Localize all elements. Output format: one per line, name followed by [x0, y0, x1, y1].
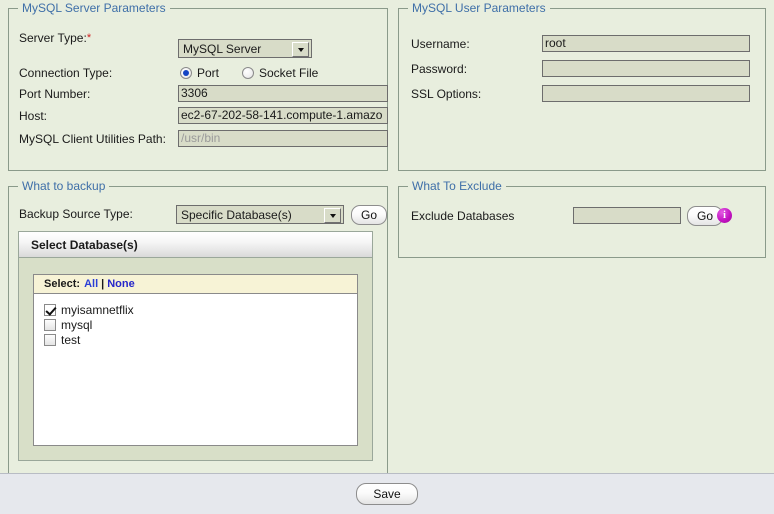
client-path-placeholder: /usr/bin: [181, 131, 221, 145]
client-path-label: MySQL Client Utilities Path:: [19, 132, 166, 146]
port-number-label: Port Number:: [19, 87, 91, 101]
port-number-value: 3306: [181, 86, 208, 100]
password-label: Password:: [411, 62, 468, 76]
list-item[interactable]: mysql: [44, 317, 357, 332]
connection-type-socket-label: Socket File: [259, 66, 319, 80]
backup-go-button[interactable]: Go: [351, 205, 388, 225]
host-value: ec2-67-202-58-141.compute-1.amazo: [181, 108, 383, 122]
save-button[interactable]: Save: [356, 483, 418, 505]
ssl-options-input[interactable]: [542, 85, 750, 102]
select-all-link[interactable]: All: [84, 278, 98, 290]
connection-type-port-option[interactable]: Port: [180, 66, 219, 80]
server-type-value: MySQL Server: [183, 41, 262, 56]
select-databases-header: Select Database(s): [19, 232, 372, 258]
info-icon-glyph: i: [723, 209, 726, 221]
mysql-server-parameters-panel: MySQL Server Parameters Server Type: * My…: [8, 2, 388, 171]
backup-source-type-select[interactable]: Specific Database(s): [176, 205, 344, 224]
backup-source-type-row: Backup Source Type:: [19, 207, 133, 221]
port-number-input[interactable]: 3306: [178, 85, 388, 102]
ssl-options-label: SSL Options:: [411, 87, 482, 101]
exclude-panel-legend: What To Exclude: [408, 180, 506, 192]
connection-type-row: Connection Type:: [19, 66, 112, 80]
connection-type-port-label: Port: [197, 66, 220, 80]
exclude-go-label: Go: [697, 209, 714, 223]
user-panel-legend: MySQL User Parameters: [408, 2, 550, 14]
list-item[interactable]: myisamnetflix: [44, 302, 357, 317]
select-databases-header-label: Select Database(s): [31, 237, 138, 252]
save-button-label: Save: [373, 487, 401, 501]
server-type-label: Server Type:: [19, 31, 87, 45]
checkbox-icon[interactable]: [44, 318, 56, 331]
database-name: myisamnetflix: [61, 302, 134, 317]
server-type-row: Server Type: *: [19, 31, 91, 45]
checkbox-icon[interactable]: [44, 303, 56, 316]
checkbox-icon[interactable]: [44, 333, 56, 346]
connection-type-label: Connection Type:: [19, 66, 113, 80]
password-input[interactable]: [542, 60, 750, 77]
backup-go-label: Go: [361, 208, 378, 222]
chevron-down-icon[interactable]: [324, 208, 341, 223]
host-label: Host:: [19, 109, 48, 123]
list-item[interactable]: test: [44, 332, 357, 347]
select-databases-card: Select Database(s) Select: All | None my…: [18, 231, 373, 461]
connection-type-socket-option[interactable]: Socket File: [242, 66, 318, 80]
backup-source-type-value: Specific Database(s): [181, 207, 292, 222]
database-name: mysql: [61, 317, 93, 332]
client-path-row: MySQL Client Utilities Path:: [19, 132, 166, 146]
info-icon[interactable]: i: [717, 208, 732, 223]
exclude-databases-label: Exclude Databases: [411, 209, 515, 223]
select-label: Select:: [44, 278, 81, 290]
mysql-user-parameters-panel: MySQL User Parameters Username: root Pas…: [398, 2, 766, 171]
database-items-list: myisamnetflix mysql test: [34, 294, 357, 347]
host-input[interactable]: ec2-67-202-58-141.compute-1.amazo: [178, 107, 388, 124]
select-separator: |: [101, 278, 105, 290]
footer-bar: Save: [0, 473, 774, 514]
radio-port-icon[interactable]: [180, 67, 192, 79]
server-type-required-mark: *: [86, 31, 92, 44]
select-toolbar: Select: All | None: [34, 275, 357, 294]
exclude-databases-row: Exclude Databases: [411, 209, 514, 223]
port-number-row: Port Number:: [19, 87, 90, 101]
databases-listbox[interactable]: Select: All | None myisamnetflix mysql t…: [33, 274, 358, 446]
ssl-options-row: SSL Options:: [411, 87, 481, 101]
username-row: Username:: [411, 37, 470, 51]
username-value: root: [545, 36, 566, 50]
what-to-exclude-panel: What To Exclude Exclude Databases Go i: [398, 180, 766, 258]
server-type-select[interactable]: MySQL Server: [178, 39, 312, 58]
server-panel-legend: MySQL Server Parameters: [18, 2, 170, 14]
chevron-down-icon[interactable]: [292, 42, 309, 57]
database-name: test: [61, 332, 81, 347]
username-input[interactable]: root: [542, 35, 750, 52]
backup-source-type-label: Backup Source Type:: [19, 207, 133, 221]
what-to-backup-panel: What to backup Backup Source Type: Speci…: [8, 180, 388, 474]
exclude-databases-input[interactable]: [573, 207, 681, 224]
client-path-input[interactable]: /usr/bin: [178, 130, 388, 147]
radio-socket-file-icon[interactable]: [242, 67, 254, 79]
username-label: Username:: [411, 37, 470, 51]
backup-panel-legend: What to backup: [18, 180, 110, 192]
password-row: Password:: [411, 62, 467, 76]
select-none-link[interactable]: None: [107, 278, 135, 290]
host-row: Host:: [19, 109, 47, 123]
